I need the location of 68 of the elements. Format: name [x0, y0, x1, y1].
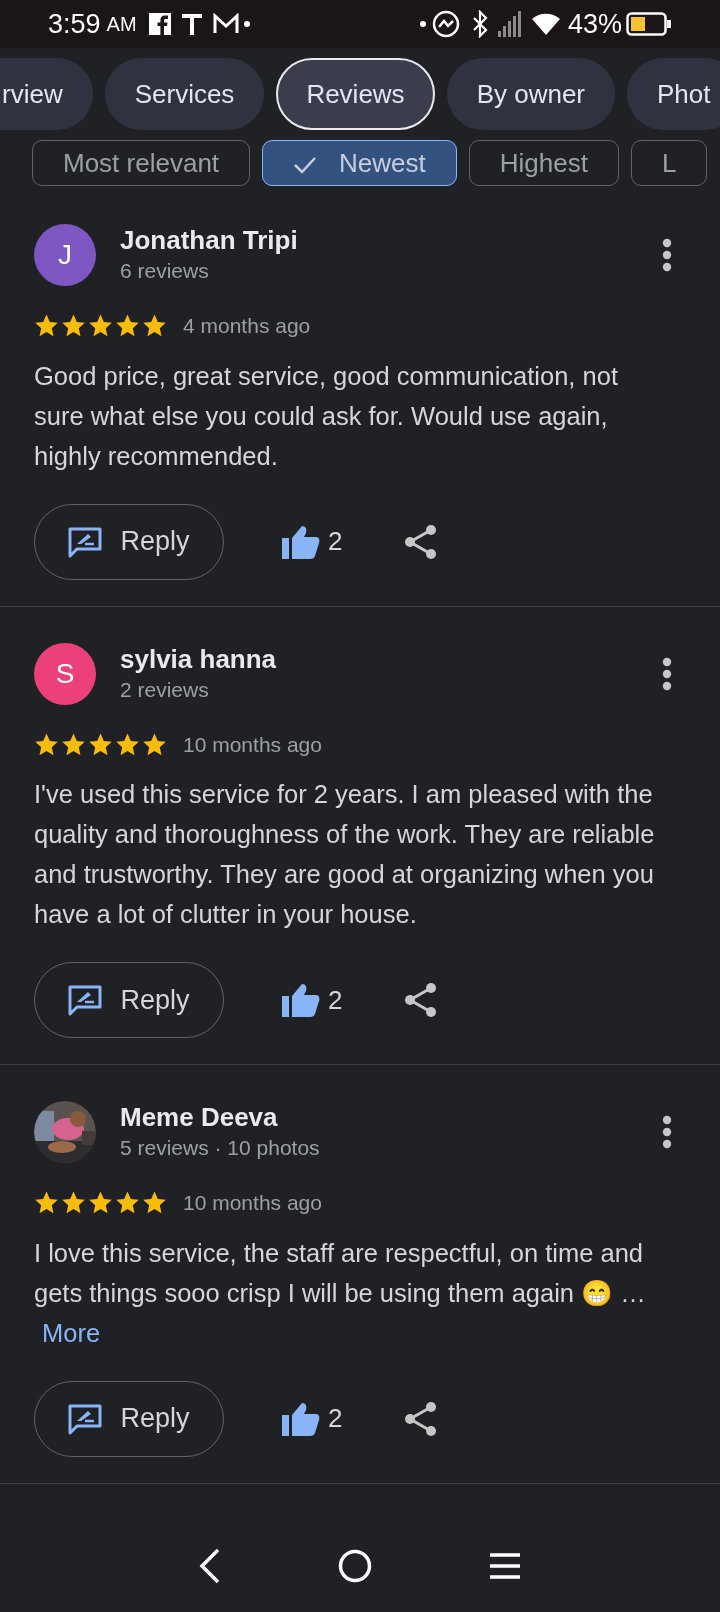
star-icon [34, 1190, 59, 1216]
sort-chip[interactable]: L [630, 140, 708, 186]
menu-icon[interactable] [489, 1553, 522, 1579]
signal-icon [497, 11, 522, 37]
wifi-icon [531, 13, 560, 35]
review-date: 4 months ago [183, 313, 311, 339]
t-app-icon [180, 12, 203, 36]
review-text: Good price, great service, good communication, not sure what else you could ask for. Would use again, highly recommended. [34, 360, 619, 472]
star-icon [34, 731, 59, 757]
reviewer-stats: 5 reviews · 10 photos [120, 1135, 321, 1161]
share-button[interactable] [404, 523, 439, 560]
thumbs-up-icon [282, 983, 320, 1017]
tab[interactable]: Services [104, 58, 265, 130]
sort-chip[interactable]: Highest [468, 140, 619, 186]
sort-chip[interactable]: Most relevant [32, 140, 251, 186]
social-app-icon [148, 13, 171, 35]
star-icon [115, 731, 140, 757]
tab[interactable]: Reviews [276, 58, 435, 130]
reviewer-name[interactable]: Jonathan Tripi [120, 224, 662, 256]
review-text: I've used this service for 2 years. I am pleased with the quality and thoroughness of the work. They are reliable and trustworthy. They are good at organizing when you have a lot of clutter in your house. [34, 779, 656, 930]
like-button[interactable]: 2 [282, 522, 343, 561]
review-text: I love this service, the staff are respectful, on time and gets things sooo crisp I will be using them again 😁 … More [34, 1237, 647, 1349]
star-icon [61, 1190, 86, 1216]
star-icon [88, 731, 113, 757]
reviewer-stats: 2 reviews [120, 676, 210, 703]
clock-meridiem: AM [106, 12, 137, 37]
avatar: J [34, 224, 96, 286]
share-button[interactable] [404, 982, 439, 1018]
star-icon [142, 1190, 167, 1216]
star-icon [61, 313, 86, 339]
reply-icon [68, 525, 103, 558]
share-button[interactable] [404, 1400, 439, 1437]
review-date: 10 months ago [183, 1190, 322, 1216]
battery-icon [626, 12, 672, 36]
tab[interactable]: Phot [627, 58, 720, 130]
star-icon [34, 313, 59, 339]
back-icon[interactable] [198, 1548, 221, 1584]
reviewer-name[interactable]: sylvia hanna [120, 642, 662, 675]
like-button[interactable]: 2 [282, 980, 343, 1020]
star-icon [88, 313, 113, 339]
avatar: S [34, 642, 96, 705]
star-icon [115, 1190, 140, 1216]
more-link[interactable]: More [42, 1318, 101, 1347]
battery-percent: 43% [567, 7, 622, 41]
more-options-icon[interactable] [662, 1115, 672, 1149]
star-icon [61, 731, 86, 757]
thumbs-up-icon [282, 1401, 320, 1436]
clock-time: 3:59 [48, 7, 101, 41]
like-button[interactable]: 2 [282, 1399, 343, 1438]
review-date: 10 months ago [183, 731, 322, 758]
home-icon[interactable] [338, 1549, 372, 1583]
reviewer-name[interactable]: Meme Deeva [120, 1101, 662, 1133]
check-icon [293, 155, 318, 174]
star-icon [142, 313, 167, 339]
sort-chip[interactable]: Newest [262, 140, 457, 186]
tab[interactable]: By owner [446, 58, 615, 130]
more-options-icon[interactable] [662, 656, 672, 691]
star-icon [142, 731, 167, 757]
reviewer-stats: 6 reviews [120, 258, 210, 284]
star-icon [88, 1190, 113, 1216]
thumbs-up-icon [282, 524, 320, 559]
bluetooth-icon [471, 10, 488, 38]
more-options-icon[interactable] [662, 238, 672, 272]
reply-icon [68, 984, 103, 1016]
mail-app-icon [212, 13, 251, 35]
star-icon [115, 313, 140, 339]
tab[interactable]: rview [0, 58, 93, 130]
reply-icon [68, 1402, 103, 1435]
